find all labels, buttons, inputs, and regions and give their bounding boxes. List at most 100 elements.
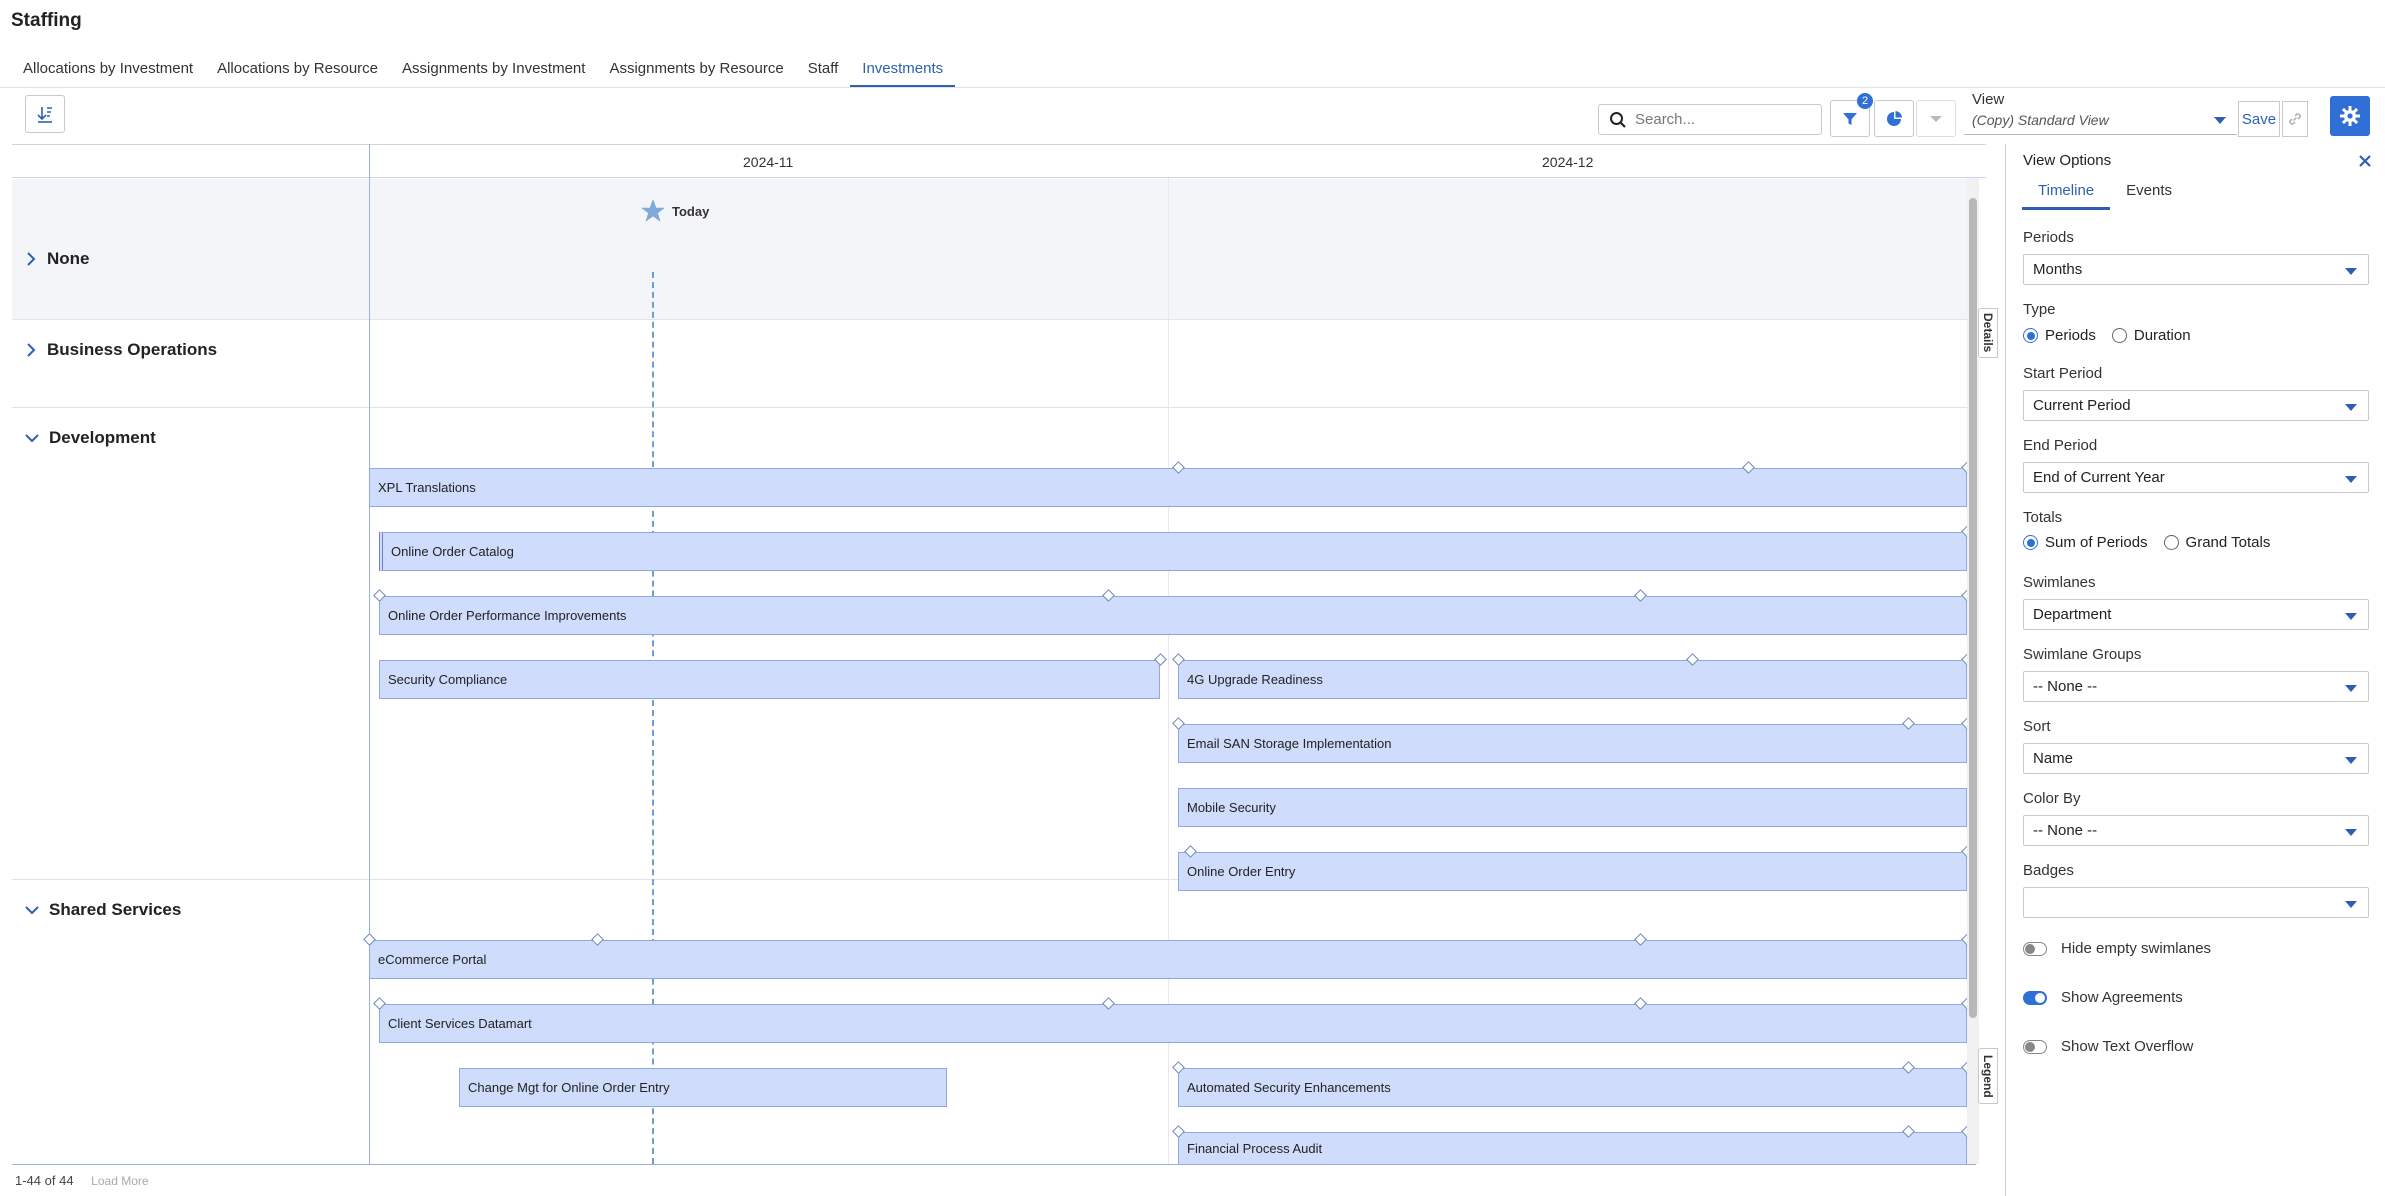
pagination-footer: 1-44 of 44 Load More [15, 1173, 149, 1188]
hide-empty-swimlanes-row: Hide empty swimlanes [2023, 940, 2211, 957]
radio-sum-of-periods[interactable] [2023, 535, 2038, 550]
swimlane-header[interactable]: Development [25, 428, 156, 448]
swimlane-groups-label: Swimlane Groups [2023, 646, 2142, 663]
swimlane-header[interactable]: Business Operations [25, 340, 217, 360]
investment-bar[interactable]: Automated Security Enhancements [1178, 1068, 1967, 1107]
investment-bar[interactable]: Online Order Catalog [379, 532, 1967, 571]
tab-assignments-by-resource[interactable]: Assignments by Resource [597, 58, 795, 88]
view-settings-button[interactable] [2330, 96, 2370, 136]
view-select[interactable]: (Copy) Standard View [1964, 105, 2237, 135]
filter-button[interactable]: 2 [1830, 93, 1873, 137]
caret-down-icon [2345, 404, 2357, 411]
totals-option-sum[interactable]: Sum of Periods [2023, 534, 2148, 551]
gear-icon [2340, 106, 2360, 126]
link-icon [2289, 113, 2301, 125]
toggle-label: Hide empty swimlanes [2061, 940, 2212, 957]
chevron-right-icon [27, 343, 36, 357]
load-more-link[interactable]: Load More [91, 1174, 148, 1188]
today-label: Today [672, 203, 710, 219]
badges-select[interactable] [2023, 887, 2369, 918]
hide-empty-swimlanes-toggle[interactable] [2023, 941, 2047, 956]
start-period-select[interactable]: Current Period [2023, 390, 2369, 421]
search-box[interactable] [1598, 104, 1822, 135]
search-input[interactable] [1635, 111, 1805, 128]
timeline-gutter-line [369, 144, 370, 1165]
investment-bar[interactable]: 4G Upgrade Readiness [1178, 660, 1967, 699]
today-marker: Today [640, 198, 709, 224]
legend-side-tab[interactable]: Legend [1978, 1048, 1998, 1104]
type-option-periods[interactable]: Periods [2023, 327, 2096, 344]
sort-download-button[interactable] [25, 95, 65, 133]
radio-periods[interactable] [2023, 328, 2038, 343]
show-agreements-toggle[interactable] [2023, 990, 2047, 1005]
filter-icon [1843, 112, 1857, 125]
chart-options-button[interactable] [1874, 100, 1914, 137]
investment-bar[interactable]: Mobile Security [1178, 788, 1967, 827]
pie-chart-icon [1887, 110, 1902, 126]
sort-label: Sort [2023, 718, 2051, 735]
details-side-tab[interactable]: Details [1978, 308, 1998, 358]
caret-down-icon [2214, 117, 2226, 124]
month-label: 2024-11 [743, 154, 794, 170]
sort-select[interactable]: Name [2023, 743, 2369, 774]
investment-bar[interactable]: XPL Translations [369, 468, 1967, 507]
caret-down-icon [2345, 829, 2357, 836]
swimlane-business-operations: Business Operations [12, 320, 1967, 408]
type-option-duration[interactable]: Duration [2111, 327, 2191, 344]
end-period-value: End of Current Year [2033, 469, 2165, 486]
swimlanes-value: Department [2033, 606, 2112, 623]
timeline: 2024-11 2024-12 None Business Operations… [12, 144, 1998, 1165]
record-count: 1-44 of 44 [15, 1173, 74, 1188]
sort-down-icon [37, 107, 52, 123]
swimlane-header[interactable]: None [25, 249, 90, 269]
chevron-down-icon [25, 434, 39, 443]
show-agreements-row: Show Agreements [2023, 989, 2183, 1006]
investment-bar[interactable]: Change Mgt for Online Order Entry [459, 1068, 947, 1107]
caret-down-icon [2345, 757, 2357, 764]
filter-count-badge: 2 [1857, 93, 1873, 109]
swimlane-title: None [47, 249, 90, 268]
tab-investments[interactable]: Investments [850, 58, 956, 88]
search-icon [1610, 111, 1626, 128]
investment-bar[interactable]: Client Services Datamart [379, 1004, 1967, 1043]
periods-value: Months [2033, 261, 2083, 278]
investment-bar[interactable]: Financial Process Audit [1178, 1132, 1967, 1165]
radio-duration[interactable] [2111, 328, 2127, 343]
caret-down-icon [1930, 115, 1942, 122]
end-period-select[interactable]: End of Current Year [2023, 462, 2369, 493]
more-dropdown-button[interactable] [1916, 100, 1956, 137]
tab-allocations-by-resource[interactable]: Allocations by Resource [205, 58, 390, 88]
view-options-panel: View Options Timeline Events Periods Mon… [2005, 144, 2385, 1196]
panel-title: View Options [2023, 152, 2112, 169]
tab-timeline[interactable]: Timeline [2022, 180, 2111, 210]
start-period-value: Current Period [2033, 397, 2131, 414]
periods-select[interactable]: Months [2023, 254, 2369, 285]
tab-staff[interactable]: Staff [796, 58, 851, 88]
investment-bar[interactable]: Email SAN Storage Implementation [1178, 724, 1967, 763]
save-view-button[interactable]: Save [2238, 101, 2280, 137]
star-icon [641, 199, 665, 222]
swimlane-groups-select[interactable]: -- None -- [2023, 671, 2369, 702]
color-by-label: Color By [2023, 790, 2081, 807]
radio-grand-totals[interactable] [2163, 535, 2179, 550]
sort-value: Name [2033, 750, 2074, 767]
toggle-label: Show Agreements [2061, 989, 2183, 1006]
tab-allocations-by-investment[interactable]: Allocations by Investment [11, 58, 205, 88]
show-text-overflow-row: Show Text Overflow [2023, 1038, 2193, 1055]
investment-bar[interactable]: Online Order Performance Improvements [379, 596, 1967, 635]
scroll-thumb[interactable] [1969, 198, 1977, 1018]
investment-bar[interactable]: Security Compliance [379, 660, 1160, 699]
swimlane-header[interactable]: Shared Services [25, 900, 181, 920]
tab-assignments-by-investment[interactable]: Assignments by Investment [390, 58, 597, 88]
badges-label: Badges [2023, 862, 2074, 879]
investment-bar[interactable]: Online Order Entry [1178, 852, 1967, 891]
type-label: Type [2023, 301, 2056, 318]
totals-option-grand[interactable]: Grand Totals [2163, 534, 2270, 551]
color-by-select[interactable]: -- None -- [2023, 815, 2369, 846]
link-button[interactable] [2282, 101, 2308, 137]
show-text-overflow-toggle[interactable] [2023, 1039, 2047, 1054]
investment-bar[interactable]: eCommerce Portal [369, 940, 1967, 979]
swimlanes-select[interactable]: Department [2023, 599, 2369, 630]
close-icon[interactable] [2358, 154, 2372, 168]
tab-events[interactable]: Events [2110, 180, 2188, 210]
